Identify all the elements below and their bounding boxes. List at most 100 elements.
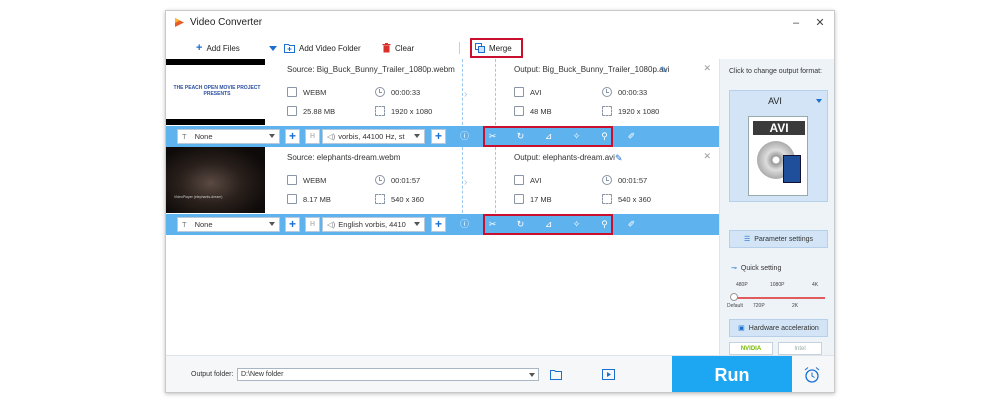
output-folder-input[interactable]: D:\New folder (237, 368, 539, 381)
browse-folder-icon[interactable] (550, 369, 563, 380)
quality-label: 480P (736, 282, 748, 288)
quick-setting-label: ⊸ Quick setting (731, 264, 781, 273)
add-audio-button[interactable]: + (431, 217, 446, 232)
out-resolution: 540 x 360 (602, 194, 651, 204)
minimize-icon[interactable]: – (788, 15, 804, 31)
output-format-selector[interactable]: AVI AVI (729, 90, 828, 202)
add-files-label: Add Files (206, 43, 240, 53)
chevron-down-icon (269, 222, 275, 226)
edit-bar: T None + H ◁) English vorbis, 4410 + ⓘ ✂ ↻… (166, 214, 719, 235)
quality-label: 1080P (770, 282, 785, 288)
resolution-icon (602, 194, 612, 204)
file-item: THE PEACH OPEN MOVIE PROJECT PRESENTS So… (166, 59, 719, 147)
video-thumbnail[interactable]: VideoPlayer (elephants-dream) (166, 147, 265, 213)
trash-icon (382, 43, 391, 53)
app-logo-icon (175, 18, 184, 27)
quality-slider-track[interactable] (733, 297, 825, 299)
out-format: AVI (514, 175, 542, 185)
quality-slider-knob[interactable] (730, 293, 738, 301)
remove-file-icon[interactable]: ✕ (703, 151, 711, 162)
subtitle-select[interactable]: T None (177, 217, 280, 232)
edit-tools-highlight-box (483, 126, 613, 147)
src-resolution-value: 1920 x 1080 (391, 106, 433, 116)
chevron-down-icon (414, 222, 420, 226)
subtitle-edit-icon[interactable]: ✐ (625, 218, 638, 231)
src-format: WEBM (287, 87, 326, 97)
run-button[interactable]: Run (672, 356, 792, 392)
parameter-settings-button[interactable]: ☰ Parameter settings (729, 230, 828, 248)
alarm-clock-icon[interactable] (803, 366, 821, 384)
add-video-folder-label: Add Video Folder (299, 43, 361, 53)
source-filename: Source: Big_Buck_Bunny_Trailer_1080p.web… (287, 65, 455, 74)
intel-label: Intel (794, 345, 806, 352)
src-resolution: 540 x 360 (375, 194, 424, 204)
plus-icon: + (196, 42, 203, 54)
file-list: THE PEACH OPEN MOVIE PROJECT PRESENTS So… (166, 59, 719, 355)
resolution-icon (375, 194, 385, 204)
src-format: WEBM (287, 175, 326, 185)
folder-icon (514, 106, 524, 116)
chip-icon: ▣ (738, 325, 745, 332)
file-icon (287, 87, 297, 97)
output-filename: Output: Big_Buck_Bunny_Trailer_1080p.avi (514, 65, 670, 74)
subtitle-select[interactable]: T None (177, 129, 280, 144)
src-size: 8.17 MB (287, 194, 331, 204)
text-icon: T (182, 132, 187, 141)
audio-track-select[interactable]: ◁) English vorbis, 4410 (322, 217, 425, 232)
open-output-folder-icon[interactable] (602, 369, 615, 380)
close-window-icon[interactable]: ✕ (812, 15, 828, 31)
resolution-icon (375, 106, 385, 116)
text-icon: T (182, 220, 187, 229)
nvidia-option[interactable]: NVIDIA (729, 342, 773, 355)
folder-icon (287, 194, 297, 204)
out-size: 17 MB (514, 194, 552, 204)
remove-file-icon[interactable]: ✕ (703, 63, 711, 74)
out-format: AVI (514, 87, 542, 97)
src-resolution-value: 540 x 360 (391, 194, 424, 204)
subtitle-edit-icon[interactable]: ✐ (625, 130, 638, 143)
edit-output-name-icon[interactable]: ✎ (660, 65, 668, 76)
add-files-dropdown[interactable] (269, 41, 277, 55)
toolbar: + Add Files Add Video Folder Clear Merge (166, 37, 834, 59)
add-subtitle-button[interactable]: + (285, 217, 300, 232)
src-resolution: 1920 x 1080 (375, 106, 432, 116)
file-icon (514, 175, 524, 185)
format-panel-title: Click to change output format: (729, 68, 822, 75)
out-duration-value: 00:00:33 (618, 87, 648, 97)
resolution-icon (602, 106, 612, 116)
src-size-value: 8.17 MB (303, 194, 331, 204)
add-video-folder-button[interactable]: Add Video Folder (284, 41, 361, 55)
nvidia-label: NVIDIA (740, 345, 762, 352)
out-duration-value: 00:01:57 (618, 175, 648, 185)
out-size-value: 48 MB (530, 106, 552, 116)
chevron-down-icon (414, 134, 420, 138)
subtitle-settings-icon[interactable]: H (305, 129, 320, 144)
title-bar: Video Converter – ✕ (166, 11, 834, 35)
chevron-down-icon (816, 99, 822, 103)
out-size-value: 17 MB (530, 194, 552, 204)
src-size-value: 25.88 MB (303, 106, 336, 116)
toolbar-divider (459, 42, 460, 54)
clock-icon (375, 87, 385, 97)
add-subtitle-button[interactable]: + (285, 129, 300, 144)
edit-output-name-icon[interactable]: ✎ (615, 153, 623, 164)
output-folder-label: Output folder: (191, 371, 234, 378)
hardware-acceleration-button[interactable]: ▣ Hardware acceleration (729, 319, 828, 337)
edit-bar: T None + H ◁) vorbis, 44100 Hz, st + ⓘ ✂ ↻… (166, 126, 719, 147)
format-name: AVI (768, 96, 782, 106)
video-thumbnail[interactable]: THE PEACH OPEN MOVIE PROJECT PRESENTS (166, 59, 265, 125)
add-files-button[interactable]: + Add Files (196, 41, 240, 55)
info-icon[interactable]: ⓘ (458, 218, 471, 231)
intel-option[interactable]: Intel (778, 342, 822, 355)
clear-button[interactable]: Clear (382, 41, 414, 55)
add-audio-button[interactable]: + (431, 129, 446, 144)
subtitle-value: None (194, 132, 213, 141)
info-icon[interactable]: ⓘ (458, 130, 471, 143)
divider (462, 147, 463, 213)
subtitle-settings-icon[interactable]: H (305, 217, 320, 232)
file-item: VideoPlayer (elephants-dream) Source: el… (166, 147, 719, 235)
out-duration: 00:01:57 (602, 175, 647, 185)
chevron-down-icon (269, 45, 277, 51)
subtitle-value: None (194, 220, 213, 229)
audio-track-select[interactable]: ◁) vorbis, 44100 Hz, st (322, 129, 425, 144)
